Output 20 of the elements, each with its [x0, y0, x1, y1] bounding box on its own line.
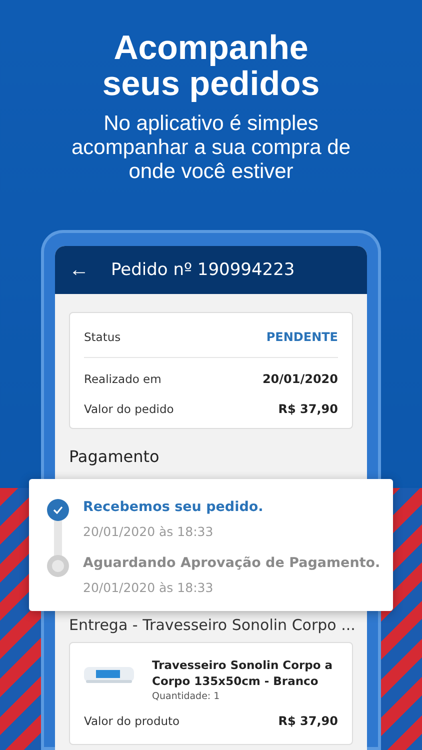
- summary-value: R$ 37,90: [278, 402, 338, 416]
- product-name: Travesseiro Sonolin Corpo a Corpo 135x50cm - Branco: [152, 657, 334, 689]
- status-value: PENDENTE: [266, 330, 338, 344]
- summary-label: Realizado em: [84, 372, 162, 386]
- summary-label: Status: [84, 330, 121, 344]
- back-button[interactable]: ←: [69, 258, 89, 282]
- section-heading: Entrega - Travesseiro Sonolin Corpo ...: [69, 616, 353, 634]
- summary-label: Valor do pedido: [84, 402, 174, 416]
- section-heading: Pagamento: [69, 447, 160, 466]
- headline: Acompanhe seus pedidos: [101, 30, 321, 102]
- subtitle: No aplicativo é simples acompanhar a sua compra de onde você estiver: [70, 112, 352, 184]
- order-title: Pedido nº 190994223: [111, 260, 295, 280]
- price-value: R$ 37,90: [278, 714, 338, 728]
- step-time: 20/01/2020 às 18:33: [83, 524, 214, 539]
- step-title: Recebemos seu pedido.: [83, 499, 264, 515]
- step-title: Aguardando Aprovação de Pagamento.: [83, 555, 380, 571]
- price-label: Valor do produto: [84, 714, 180, 728]
- step-time: 20/01/2020 às 18:33: [83, 580, 214, 595]
- product-quantity: Quantidade: 1: [152, 691, 221, 702]
- summary-value: 20/01/2020: [262, 372, 338, 386]
